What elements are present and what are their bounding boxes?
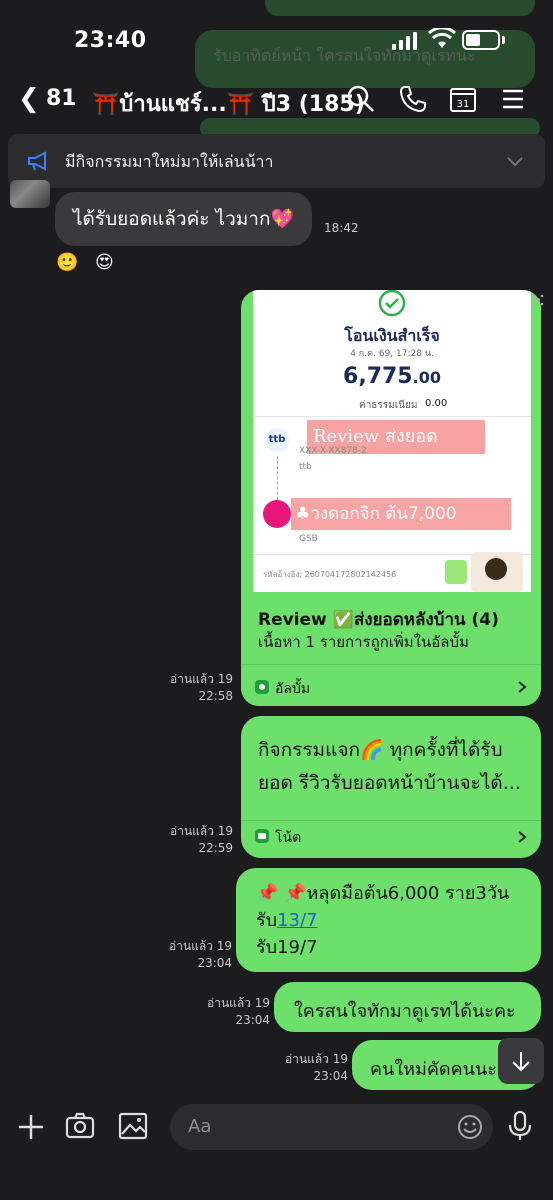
- read-receipt: อ่านแล้ว 19 23:04: [285, 1052, 349, 1083]
- fee-label: ค่าธรรมเนียม: [359, 400, 418, 411]
- read-receipt: อ่านแล้ว 19 22:59: [170, 824, 234, 855]
- transfer-line: [277, 456, 279, 500]
- from-account: XXX-X-XX878-2: [299, 446, 367, 456]
- reaction-emoji[interactable]: 😍: [95, 252, 114, 273]
- to-bank: GSB: [299, 534, 318, 544]
- announcement-text: มีกิจกรรมมาใหม่มาให้เล่นน้าา: [65, 152, 274, 171]
- wifi-icon: [428, 28, 456, 48]
- note-link-label[interactable]: โน้ต: [275, 827, 301, 849]
- unread-count[interactable]: 81: [46, 86, 77, 111]
- back-icon[interactable]: ❮: [18, 84, 40, 114]
- megaphone-icon: [28, 151, 46, 171]
- check-circle-icon: [378, 290, 406, 317]
- album-link-label[interactable]: อัลบั้ม: [275, 678, 310, 700]
- album-subtitle: เนื้อหา 1 รายการถูกเพิ่มในอัลบั้ม: [258, 633, 469, 651]
- date-link[interactable]: 13/7: [277, 910, 317, 931]
- message-text: ใครสนใจทักมาดูเรทได้นะคะ: [294, 1001, 516, 1022]
- search-icon[interactable]: [346, 84, 376, 114]
- divider: [253, 416, 531, 417]
- share-icon[interactable]: [532, 294, 544, 306]
- emoji-icon[interactable]: [457, 1114, 483, 1140]
- sticker: [471, 552, 523, 592]
- microphone-icon[interactable]: [507, 1110, 533, 1142]
- album-message-card[interactable]: โอนเงินสำเร็จ 4 ก.ค. 69, 17:28 น. 6,775.…: [241, 290, 541, 706]
- message-time: 18:42: [324, 221, 359, 235]
- chat-title[interactable]: ⛩️บ้านแชร์...⛩️ ปี3 (185): [92, 86, 365, 121]
- divider: [241, 664, 541, 665]
- note-message-card[interactable]: กิจกรรมแจก🌈 ทุกครั้งที่ได้รับยอด รีวิวรั…: [241, 716, 541, 858]
- read-receipt: อ่านแล้ว 19 22:58: [170, 672, 234, 703]
- avatar[interactable]: [10, 180, 50, 208]
- review-sticker: [445, 560, 467, 584]
- menu-icon[interactable]: [498, 84, 528, 114]
- note-text: กิจกรรมแจก🌈 ทุกครั้งที่ได้รับยอด รีวิวรั…: [258, 739, 521, 794]
- input-placeholder: Aa: [188, 1116, 212, 1137]
- status-time: 23:40: [74, 28, 147, 53]
- fee-value: 0.00: [425, 398, 448, 409]
- from-bank: ttb: [299, 462, 312, 472]
- pin-line2: รับ13/7: [256, 910, 318, 931]
- received-message-bubble[interactable]: ได้รับยอดแล้วค่ะ ไวมาก💖: [55, 192, 313, 246]
- reference-code: รหัสอ้างอิง: 260704172802142456: [263, 570, 397, 579]
- plus-icon[interactable]: [16, 1112, 46, 1142]
- message-input[interactable]: Aa: [170, 1104, 493, 1150]
- arrow-down-icon: [512, 1052, 530, 1072]
- camera-icon[interactable]: [64, 1110, 96, 1142]
- receipt-date: 4 ก.ค. 69, 17:28 น.: [350, 349, 434, 359]
- ttb-logo: ttb: [265, 428, 289, 452]
- pin-line1: 📌 📌หลุดมือต้น6,000 ราย3วัน: [256, 883, 510, 904]
- pin-line3: รับ19/7: [256, 937, 318, 958]
- album-icon: [255, 680, 269, 694]
- phone-icon[interactable]: [398, 84, 428, 114]
- battery-icon: [462, 30, 500, 50]
- svg-text:31: 31: [457, 99, 470, 110]
- read-receipt: อ่านแล้ว 19 23:04: [169, 939, 233, 970]
- note-icon: [255, 829, 269, 843]
- album-footer[interactable]: Review ✅ส่งยอดหลังบ้าน (4) เนื้อหา 1 ราย…: [241, 592, 541, 706]
- read-receipt: อ่านแล้ว 19 23:04: [207, 996, 271, 1027]
- scroll-down-button[interactable]: [498, 1038, 544, 1084]
- message-bubble[interactable]: ใครสนใจทักมาดูเรทได้นะคะ: [274, 982, 541, 1032]
- pin-message-bubble[interactable]: 📌 📌หลุดมือต้น6,000 ราย3วัน รับ13/7 รับ19…: [236, 868, 541, 972]
- message-text: คนใหม่คัดคนนะ: [370, 1059, 497, 1080]
- receipt-image[interactable]: โอนเงินสำเร็จ 4 ก.ค. 69, 17:28 น. 6,775.…: [253, 290, 531, 592]
- amount-stamp: ♣วงดอกจิก ต้น7,000: [291, 498, 511, 530]
- album-title: Review ✅ส่งยอดหลังบ้าน (4): [258, 610, 499, 630]
- battery-nub: [502, 36, 505, 44]
- receipt-amount: 6,775.00: [343, 364, 441, 389]
- gsb-logo: [263, 500, 291, 528]
- image-icon[interactable]: [117, 1110, 149, 1142]
- chevron-right-icon[interactable]: [517, 680, 527, 694]
- divider: [241, 820, 541, 821]
- calendar-icon[interactable]: 31: [448, 84, 478, 114]
- chevron-down-icon[interactable]: [506, 156, 524, 168]
- reaction-emoji[interactable]: 🙂: [56, 252, 78, 273]
- signal-icon: [392, 32, 417, 50]
- ghost-bubble: [265, 0, 535, 16]
- chevron-right-icon[interactable]: [517, 830, 527, 844]
